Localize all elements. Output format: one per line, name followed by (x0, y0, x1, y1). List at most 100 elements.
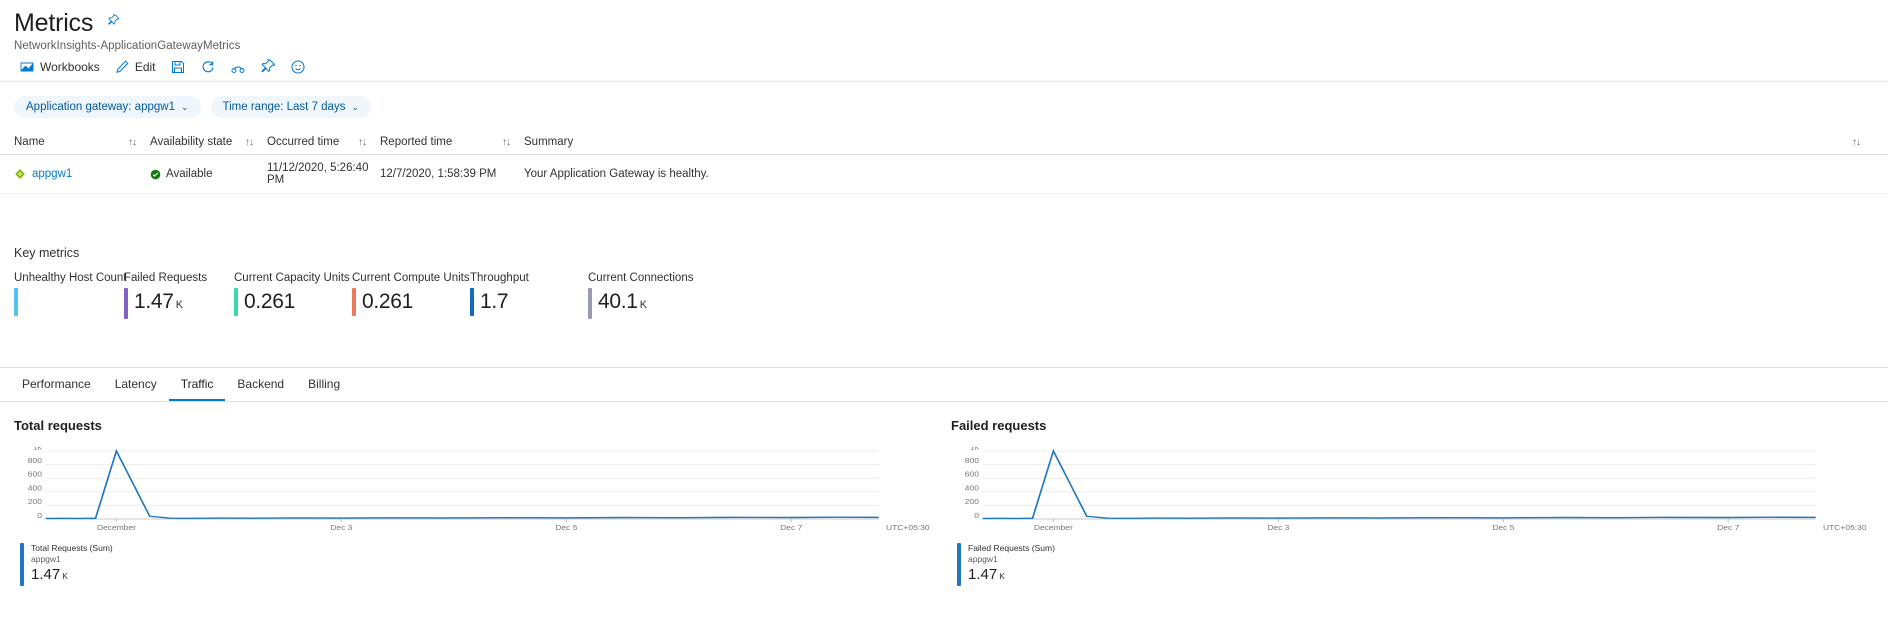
y-axis-tick-label: 800 (965, 457, 980, 465)
chart-title: Failed requests (951, 418, 1047, 433)
sort-arrows-icon[interactable]: ↑↓ (128, 137, 137, 148)
timezone-label: UTC+05:30 (1823, 524, 1867, 532)
key-metric-accent-bar (234, 288, 238, 316)
sort-arrows-icon[interactable]: ↑↓ (502, 137, 511, 148)
pin-icon[interactable] (107, 14, 120, 32)
pin-icon (260, 58, 276, 75)
chevron-down-icon: ⌄ (180, 101, 189, 112)
key-metric-value: 0.261 (244, 290, 296, 313)
key-metric-value: 1.7 (480, 290, 509, 313)
key-metric-unit: K (639, 299, 647, 311)
chart-plot-area[interactable]: 200 400 600 800 1k 0 December Dec 3 Dec 5 Dec 7 UT… (951, 447, 1874, 533)
title-row: Metrics (14, 8, 1874, 38)
legend-color-bar (20, 543, 24, 586)
chart-legend[interactable]: Failed Requests (Sum) appgw1 1.47 K (951, 543, 1874, 586)
legend-summary-value: 1.47 K (968, 565, 1055, 586)
x-axis-tick-label: Dec 7 (1717, 524, 1739, 532)
column-header-summary-label: Summary (524, 136, 574, 148)
toolbar-workbooks-label: Workbooks (40, 59, 100, 74)
chart-card: Failed requests 200 400 600 800 1k 0 December De… (951, 418, 1874, 586)
chart-series-line (982, 448, 1816, 520)
key-metrics-row: Unhealthy Host Count Failed Requests 1.47 K… (0, 260, 1888, 319)
column-header-summary[interactable]: Summary ↑↓ (524, 136, 1874, 148)
chart-series-line (45, 448, 879, 520)
key-metric-accent-bar (352, 288, 356, 316)
chart-card: Total requests 200 400 600 800 1k 0 December Dec… (14, 418, 937, 586)
sort-arrows-icon[interactable]: ↑↓ (358, 137, 367, 148)
cell-name: appgw1 (14, 168, 150, 180)
share-icon (230, 59, 246, 75)
key-metric-value-row: 1.47 K (124, 288, 234, 319)
breadcrumb: NetworkInsights-ApplicationGatewayMetric… (14, 40, 241, 52)
legend-text: Total Requests (Sum) appgw1 1.47 K (31, 543, 113, 586)
column-header-name[interactable]: Name ↑↓ (14, 136, 150, 148)
chart-plot-area[interactable]: 200 400 600 800 1k 0 December Dec 3 Dec 5 Dec 7 UT… (14, 447, 937, 533)
timezone-label: UTC+05:30 (886, 524, 930, 532)
health-table: Name ↑↓ Availability state ↑↓ Occurred t… (0, 136, 1888, 194)
key-metric-tile: Current Connections 40.1 K (588, 272, 706, 319)
column-header-availability-label: Availability state (150, 136, 233, 148)
table-row[interactable]: appgw1 Available 11/12/2020, 5:26:40 PM … (0, 155, 1888, 194)
chart-title: Total requests (14, 418, 102, 433)
refresh-icon (200, 59, 216, 75)
x-axis-tick-label: Dec 5 (555, 524, 577, 532)
status-available-icon (150, 169, 161, 180)
charts-container: Total requests 200 400 600 800 1k 0 December Dec… (0, 402, 1888, 586)
status-badge: Available (166, 168, 213, 180)
x-axis-tick-label: Dec 3 (1267, 524, 1289, 532)
toolbar-workbooks-button[interactable]: Workbooks (12, 56, 107, 78)
key-metric-tile: Current Capacity Units 0.261 (234, 272, 352, 319)
sort-arrows-icon[interactable]: ↑↓ (245, 137, 254, 148)
legend-summary-value: 1.47 K (31, 565, 113, 586)
y-axis-tick-label: 1k (33, 447, 42, 451)
legend-metric-name: Total Requests (Sum) (31, 543, 113, 553)
y-axis-tick-label: 800 (28, 457, 43, 465)
toolbar-edit-button[interactable]: Edit (107, 56, 163, 78)
key-metric-value-row: 0.261 (234, 288, 352, 316)
tab-traffic[interactable]: Traffic (168, 368, 226, 401)
legend-metric-name: Failed Requests (Sum) (968, 543, 1055, 553)
chart-legend[interactable]: Total Requests (Sum) appgw1 1.47 K (14, 543, 937, 586)
chevron-down-icon: ⌄ (351, 101, 360, 112)
toolbar-save-button[interactable] (163, 56, 193, 78)
tab-backend[interactable]: Backend (225, 368, 296, 401)
legend-resource-name: appgw1 (31, 554, 61, 564)
key-metric-value-row: 0.261 (352, 288, 470, 316)
key-metric-tile: Unhealthy Host Count (14, 272, 127, 319)
y-axis-tick-label: 0 (37, 512, 42, 520)
table-header-row: Name ↑↓ Availability state ↑↓ Occurred t… (0, 136, 1888, 155)
filter-time-range[interactable]: Time range: Last 7 days ⌄ (210, 96, 372, 118)
filter-application-gateway[interactable]: Application gateway: appgw1 ⌄ (14, 96, 201, 118)
column-header-occurred-time[interactable]: Occurred time ↑↓ (267, 136, 380, 148)
toolbar-feedback-button[interactable] (283, 56, 313, 78)
toolbar-pin-button[interactable] (253, 56, 283, 78)
x-axis-tick-label: December (97, 524, 137, 532)
key-metrics-title: Key metrics (14, 246, 80, 260)
y-axis-tick-label: 200 (28, 498, 43, 506)
application-gateway-icon (14, 168, 26, 180)
key-metric-accent-bar (470, 288, 474, 316)
tab-billing[interactable]: Billing (296, 368, 352, 401)
key-metric-unit: K (175, 299, 183, 311)
cell-summary: Your Application Gateway is healthy. (524, 168, 709, 180)
sort-arrows-icon[interactable]: ↑↓ (1852, 137, 1861, 148)
column-header-reported-time[interactable]: Reported time ↑↓ (380, 136, 524, 148)
toolbar-refresh-button[interactable] (193, 56, 223, 78)
key-metric-tile: Current Compute Units 0.261 (352, 272, 470, 319)
tab-latency[interactable]: Latency (103, 368, 169, 401)
key-metric-label: Current Compute Units (352, 272, 470, 284)
tab-performance[interactable]: Performance (10, 368, 103, 401)
edit-pencil-icon (114, 59, 130, 75)
legend-resource-name: appgw1 (968, 554, 998, 564)
toolbar-edit-label: Edit (134, 59, 156, 74)
key-metric-label: Throughput (470, 272, 529, 284)
key-metric-label: Current Capacity Units (234, 272, 350, 284)
legend-text: Failed Requests (Sum) appgw1 1.47 K (968, 543, 1055, 586)
toolbar-share-button[interactable] (223, 56, 253, 78)
y-axis-tick-label: 400 (965, 484, 980, 492)
column-header-availability-state[interactable]: Availability state ↑↓ (150, 136, 267, 148)
key-metric-accent-bar (124, 288, 128, 319)
cell-name-link[interactable]: appgw1 (32, 168, 72, 180)
column-header-reported-label: Reported time (380, 136, 453, 148)
toolbar: Workbooks Edit (0, 52, 1888, 82)
